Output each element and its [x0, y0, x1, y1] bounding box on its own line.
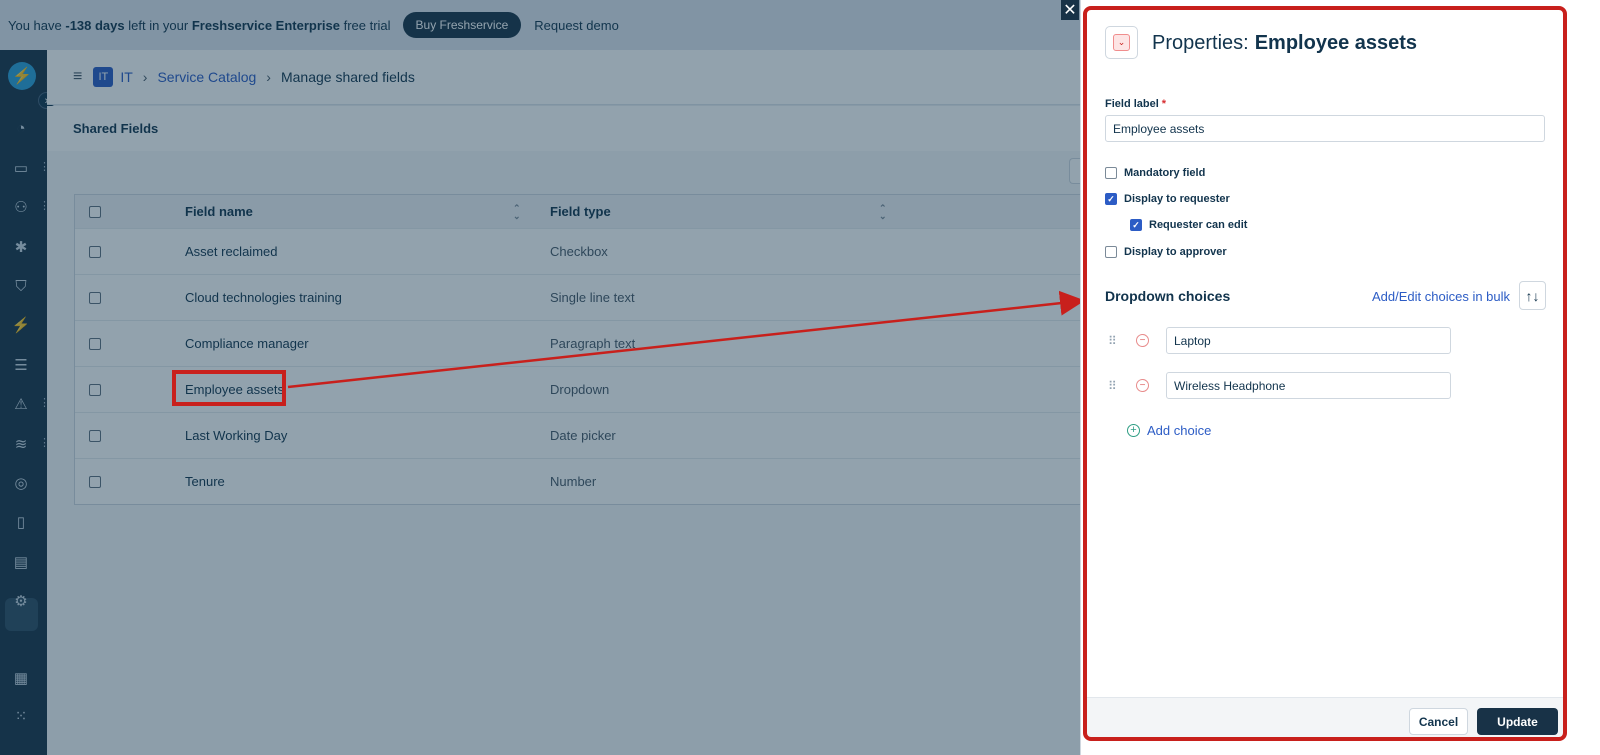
requester-can-edit-option[interactable]: ✓ Requester can edit	[1130, 219, 1247, 231]
add-choice-button[interactable]: + Add choice	[1127, 423, 1211, 438]
field-label-input[interactable]	[1105, 115, 1545, 142]
choice-input[interactable]	[1166, 372, 1451, 399]
drag-handle-icon[interactable]: ⠿	[1108, 379, 1122, 393]
cancel-button[interactable]: Cancel	[1409, 708, 1468, 735]
display-to-approver-label: Display to approver	[1124, 246, 1227, 258]
mandatory-field-option[interactable]: Mandatory field	[1105, 167, 1205, 179]
requester-can-edit-checkbox[interactable]: ✓	[1130, 219, 1142, 231]
panel-title-prefix: Properties:	[1152, 32, 1249, 54]
display-to-requester-label: Display to requester	[1124, 193, 1230, 205]
field-label-caption: Field label *	[1105, 98, 1167, 110]
add-choice-label: Add choice	[1147, 423, 1212, 438]
display-to-approver-checkbox[interactable]	[1105, 246, 1117, 258]
display-to-requester-checkbox[interactable]: ✓	[1105, 193, 1117, 205]
choice-row: ⠿ −	[1108, 327, 1451, 354]
add-icon: +	[1127, 424, 1140, 437]
close-icon[interactable]: ✕	[1061, 0, 1079, 20]
dropdown-choices-heading: Dropdown choices	[1105, 288, 1231, 304]
sort-icon: ↑↓	[1525, 287, 1540, 304]
sort-choices-button[interactable]: ↑↓	[1519, 281, 1546, 310]
choice-input[interactable]	[1166, 327, 1451, 354]
requester-can-edit-label: Requester can edit	[1149, 219, 1248, 231]
display-to-approver-option[interactable]: Display to approver	[1105, 246, 1227, 258]
remove-icon[interactable]: −	[1136, 379, 1149, 392]
chevron-down-circle-icon: ⌄	[1113, 34, 1130, 51]
drag-handle-icon[interactable]: ⠿	[1108, 334, 1122, 348]
panel-title-name: Employee assets	[1254, 32, 1418, 54]
display-to-requester-option[interactable]: ✓ Display to requester	[1105, 193, 1230, 205]
add-edit-choices-bulk-link[interactable]: Add/Edit choices in bulk	[1372, 289, 1510, 304]
mandatory-field-label: Mandatory field	[1124, 167, 1206, 179]
dropdown-field-icon: ⌄	[1105, 26, 1138, 59]
update-button[interactable]: Update	[1477, 708, 1558, 735]
mandatory-field-checkbox[interactable]	[1105, 167, 1117, 179]
remove-icon[interactable]: −	[1136, 334, 1149, 347]
panel-title: Properties: Employee assets	[1152, 32, 1417, 55]
required-marker: *	[1161, 98, 1167, 110]
choice-row: ⠿ −	[1108, 372, 1451, 399]
